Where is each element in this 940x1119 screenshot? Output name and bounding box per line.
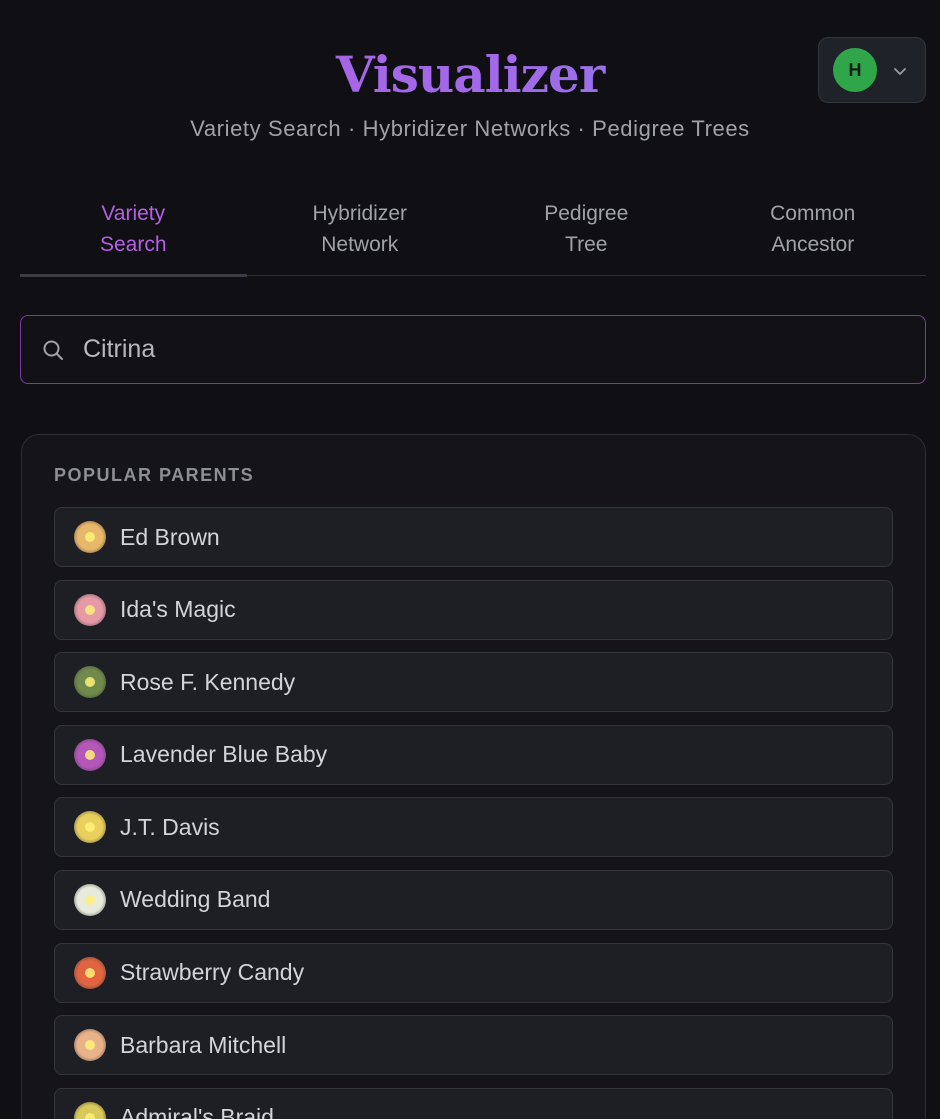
flower-thumbnail-icon bbox=[74, 1029, 106, 1062]
list-item[interactable]: Rose F. Kennedy bbox=[54, 652, 893, 713]
tab-variety-search[interactable]: Variety Search bbox=[20, 196, 247, 277]
list-item-label: Ed Brown bbox=[120, 523, 220, 550]
list-item[interactable]: Ida's Magic bbox=[54, 579, 893, 640]
app-subtitle: Variety Search · Hybridizer Networks · P… bbox=[190, 116, 750, 141]
list-item[interactable]: Strawberry Candy bbox=[54, 942, 893, 1003]
list-item-label: Rose F. Kennedy bbox=[120, 668, 296, 695]
list-item-label: Admiral's Braid bbox=[120, 1104, 274, 1119]
flower-thumbnail-icon bbox=[74, 738, 106, 771]
app-title: Visualizer bbox=[0, 40, 940, 110]
main-tabs: Variety Search Hybridizer Network Pedigr… bbox=[20, 196, 927, 277]
flower-thumbnail-icon bbox=[74, 521, 106, 553]
chevron-down-icon bbox=[894, 68, 906, 75]
flower-thumbnail-icon bbox=[74, 593, 106, 626]
tab-label-line-2: Search bbox=[99, 233, 167, 256]
list-item-label: Lavender Blue Baby bbox=[120, 741, 328, 768]
list-item-label: Ida's Magic bbox=[120, 596, 236, 623]
search-icon bbox=[43, 340, 63, 360]
list-item[interactable]: Wedding Band bbox=[54, 869, 893, 930]
flower-thumbnail-icon bbox=[74, 956, 106, 989]
search-box[interactable] bbox=[20, 315, 926, 384]
tab-pedigree-tree[interactable]: Pedigree Tree bbox=[473, 196, 700, 275]
app-page: Visualizer Variety Search · Hybridizer N… bbox=[0, 0, 940, 1119]
list-item-label: J.T. Davis bbox=[120, 813, 220, 840]
flower-thumbnail-icon bbox=[74, 1101, 106, 1119]
tab-label-line-2: Ancestor bbox=[771, 233, 855, 256]
flower-thumbnail-icon bbox=[74, 811, 106, 844]
tab-label-line-1: Pedigree bbox=[544, 202, 629, 225]
panel-title: POPULAR PARENTS bbox=[54, 465, 255, 485]
list-item-label: Barbara Mitchell bbox=[120, 1031, 287, 1058]
flower-thumbnail-icon bbox=[74, 666, 106, 699]
tab-hybridizer-network[interactable]: Hybridizer Network bbox=[247, 196, 474, 275]
list-item[interactable]: Barbara Mitchell bbox=[54, 1015, 893, 1076]
avatar: H bbox=[833, 48, 877, 92]
tab-label-line-2: Tree bbox=[565, 233, 608, 256]
list-item[interactable]: Ed Brown bbox=[54, 507, 893, 567]
search-input[interactable] bbox=[83, 335, 863, 364]
tab-label-line-1: Variety bbox=[101, 202, 166, 225]
list-item-label: Strawberry Candy bbox=[120, 959, 305, 986]
popular-parents-list: Ed Brown Ida's Magic Rose F. Kennedy Lavend… bbox=[54, 507, 893, 1119]
popular-parents-panel: POPULAR PARENTS Ed Brown Ida's Magic Rose … bbox=[21, 434, 926, 1119]
tab-label-line-1: Hybridizer bbox=[312, 202, 408, 225]
list-item[interactable]: J.T. Davis bbox=[54, 797, 893, 858]
list-item[interactable]: Admiral's Braid bbox=[54, 1087, 893, 1119]
list-item-label: Wedding Band bbox=[120, 886, 271, 913]
tab-label-line-2: Network bbox=[321, 233, 399, 256]
list-item[interactable]: Lavender Blue Baby bbox=[54, 724, 893, 785]
tab-common-ancestor[interactable]: Common Ancestor bbox=[700, 196, 927, 275]
tab-label-line-1: Common bbox=[770, 202, 856, 225]
flower-thumbnail-icon bbox=[74, 883, 106, 916]
user-menu-button[interactable]: H bbox=[818, 37, 926, 103]
